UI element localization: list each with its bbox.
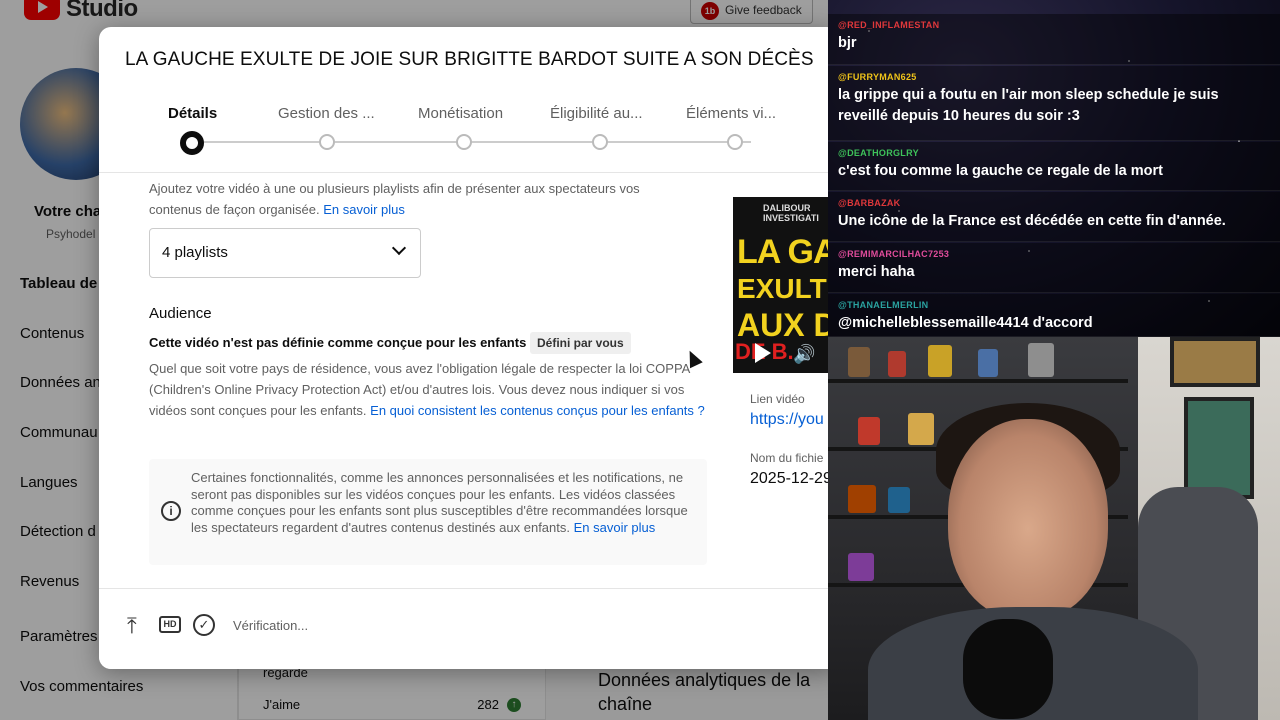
- chat-message: @THANAELMERLIN @michelleblessemaille4414…: [828, 294, 1280, 337]
- chat-message: @DEATHORGLRY c'est fou comme la gauche c…: [828, 142, 1280, 191]
- step-dot-eligibility[interactable]: [592, 134, 608, 150]
- microphone: [963, 619, 1053, 719]
- upload-stepper: Détails Gestion des ... Monétisation Éli…: [99, 89, 839, 173]
- streamer-webcam: [828, 337, 1280, 720]
- step-eligibility[interactable]: Éligibilité au...: [550, 105, 643, 122]
- play-icon[interactable]: [755, 343, 771, 363]
- chevron-down-icon: [391, 240, 407, 256]
- step-monetization[interactable]: Monétisation: [418, 105, 503, 122]
- dialog-footer: ⤒ HD ✓ Vérification...: [99, 588, 839, 669]
- audience-status: Cette vidéo n'est pas définie comme conç…: [149, 335, 527, 350]
- video-preview-thumbnail[interactable]: DALIBOUR INVESTIGATI LA GAU EXULTE D AUX…: [733, 197, 839, 373]
- upload-status-text: Vérification...: [233, 618, 309, 633]
- playlist-learn-more-link[interactable]: En savoir plus: [323, 202, 405, 217]
- video-link-label: Lien vidéo: [750, 392, 805, 406]
- playlist-description: Ajoutez votre vidéo à une ou plusieurs p…: [149, 178, 689, 220]
- check-circle-icon: ✓: [193, 614, 215, 636]
- upload-details-dialog: LA GAUCHE EXULTE DE JOIE SUR BRIGITTE BA…: [99, 27, 839, 669]
- file-name-label: Nom du fichie: [750, 451, 824, 465]
- info-icon: i: [161, 501, 181, 521]
- chat-message: @RED_INFLAMESTAN bjr: [828, 14, 1280, 65]
- chat-message: @REMIMARCILHAC7253 merci haha: [828, 243, 1280, 293]
- step-video-elements[interactable]: Éléments vi...: [686, 105, 776, 122]
- step-dot-video-elements[interactable]: [727, 134, 743, 150]
- hd-icon: HD: [159, 616, 181, 633]
- video-link-value[interactable]: https://you: [750, 411, 824, 429]
- chat-text: @michelleblessemaille4414 d'accord: [838, 315, 1093, 331]
- playlist-dropdown[interactable]: 4 playlists: [149, 228, 421, 278]
- step-dot-details[interactable]: [180, 131, 204, 155]
- dialog-body[interactable]: Ajoutez votre vidéo à une ou plusieurs p…: [99, 174, 839, 588]
- chat-username: @DEATHORGLRY: [838, 148, 919, 158]
- file-name-value: 2025-12-29: [750, 470, 832, 487]
- chat-text: bjr: [838, 35, 857, 51]
- dialog-title: LA GAUCHE EXULTE DE JOIE SUR BRIGITTE BA…: [125, 49, 814, 70]
- chat-username: @BARBAZAK: [838, 198, 901, 208]
- playlist-selected-value: 4 playlists: [162, 244, 228, 261]
- chat-username: @RED_INFLAMESTAN: [838, 20, 940, 30]
- chat-text: Une icône de la France est décédée en ce…: [838, 213, 1226, 229]
- chat-username: @FURRYMAN625: [838, 72, 917, 82]
- kids-info-learn-more-link[interactable]: En savoir plus: [574, 520, 656, 535]
- stream-chat-overlay: @RED_INFLAMESTAN bjr @FURRYMAN625 la gri…: [828, 0, 1280, 337]
- step-rights[interactable]: Gestion des ...: [278, 105, 375, 122]
- audience-defined-chip[interactable]: Défini par vous: [530, 332, 631, 354]
- chat-message: @BARBAZAK Une icône de la France est déc…: [828, 192, 1280, 242]
- upload-icon: ⤒: [127, 613, 137, 638]
- kids-info-content: Certaines fonctionnalités, comme les ann…: [191, 470, 691, 536]
- thumb-line-2: EXULTE D: [737, 273, 839, 304]
- audience-title: Audience: [149, 305, 212, 322]
- chat-text: merci haha: [838, 264, 915, 280]
- thumb-line-1: LA GAU: [737, 233, 839, 271]
- coppa-notice: Quel que soit votre pays de résidence, v…: [149, 358, 714, 421]
- kids-info-box: i Certaines fonctionnalités, comme les a…: [149, 459, 707, 565]
- chat-text: c'est fou comme la gauche ce regale de l…: [838, 163, 1163, 179]
- step-details[interactable]: Détails: [168, 105, 217, 122]
- kids-content-link[interactable]: En quoi consistent les contenus conçus p…: [370, 403, 705, 418]
- step-dot-rights[interactable]: [319, 134, 335, 150]
- step-dot-monetization[interactable]: [456, 134, 472, 150]
- chat-text: la grippe qui a foutu en l'air mon sleep…: [838, 87, 1219, 124]
- volume-icon[interactable]: 🔊: [793, 344, 815, 365]
- chat-username: @THANAELMERLIN: [838, 300, 929, 310]
- streamer-face: [948, 419, 1108, 619]
- chat-username: @REMIMARCILHAC7253: [838, 249, 950, 259]
- chat-message: @FURRYMAN625 la grippe qui a foutu en l'…: [828, 66, 1280, 141]
